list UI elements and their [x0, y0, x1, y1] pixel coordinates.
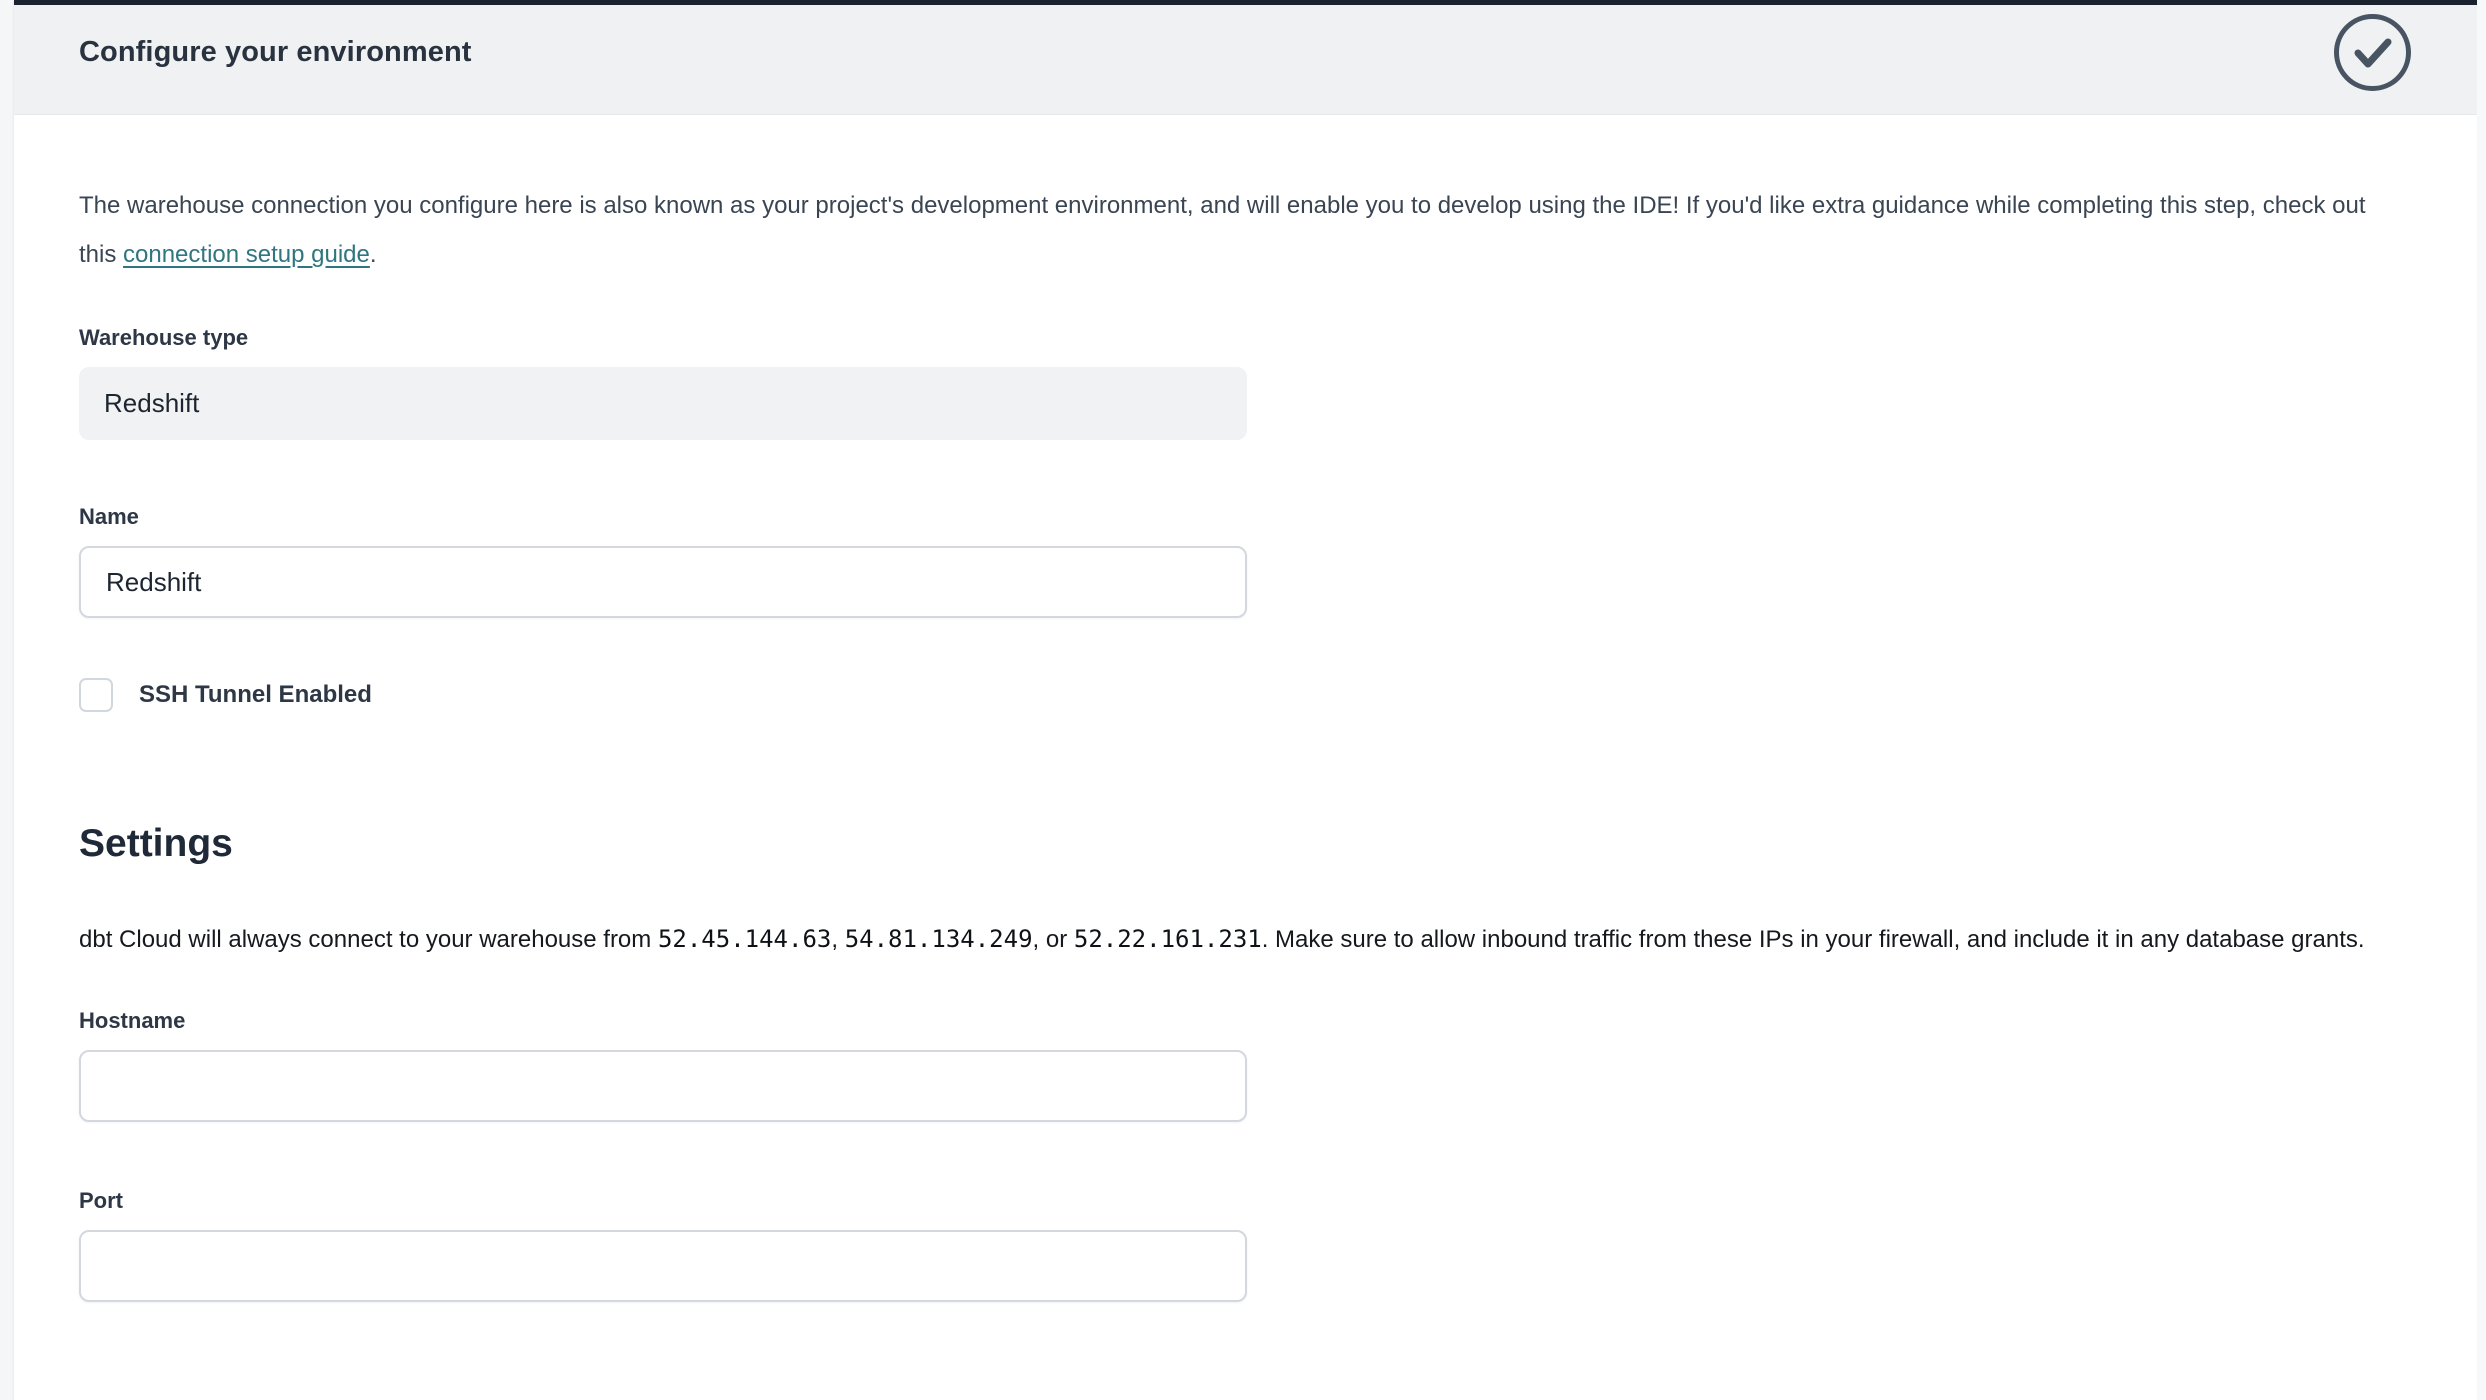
page-gutter-right	[2477, 0, 2486, 1400]
step-complete-check-icon	[2334, 14, 2411, 91]
settings-description: dbt Cloud will always connect to your wa…	[79, 914, 2397, 965]
settings-description-text: . Make sure to allow inbound traffic fro…	[1262, 926, 2365, 953]
ssh-tunnel-row: SSH Tunnel Enabled	[79, 678, 2397, 712]
warehouse-type-field-group: Warehouse type	[79, 325, 1247, 440]
connection-setup-guide-link[interactable]: connection setup guide	[123, 241, 370, 268]
ip-address: 52.45.144.63	[658, 925, 831, 953]
settings-description-text: dbt Cloud will always connect to your wa…	[79, 926, 658, 953]
name-label: Name	[79, 504, 1247, 530]
port-label: Port	[79, 1188, 1247, 1214]
ip-address: 54.81.134.249	[845, 925, 1033, 953]
hostname-input[interactable]	[79, 1050, 1247, 1122]
environment-form: The warehouse connection you configure h…	[14, 181, 2477, 1302]
port-input[interactable]	[79, 1230, 1247, 1302]
environment-setup-card: Configure your environment The warehouse…	[14, 0, 2477, 1400]
intro-text-before-link: The warehouse connection you configure h…	[79, 192, 2365, 268]
page-title: Configure your environment	[79, 36, 472, 69]
name-input[interactable]	[79, 546, 1247, 618]
checkmark-icon	[2354, 37, 2392, 69]
warehouse-type-label: Warehouse type	[79, 325, 1247, 351]
name-field-group: Name	[79, 504, 1247, 618]
ip-address: 52.22.161.231	[1074, 925, 1262, 953]
intro-text-after-link: .	[370, 241, 377, 268]
ssh-tunnel-label: SSH Tunnel Enabled	[139, 681, 372, 709]
settings-heading: Settings	[79, 820, 2397, 868]
settings-description-text: , or	[1033, 926, 1074, 953]
hostname-label: Hostname	[79, 1008, 1247, 1034]
intro-text: The warehouse connection you configure h…	[79, 181, 2397, 279]
port-field-group: Port	[79, 1188, 1247, 1302]
step-header: Configure your environment	[14, 5, 2477, 115]
warehouse-type-input	[79, 367, 1247, 440]
hostname-field-group: Hostname	[79, 1008, 1247, 1122]
ssh-tunnel-checkbox[interactable]	[79, 678, 113, 712]
settings-description-text: ,	[831, 926, 844, 953]
